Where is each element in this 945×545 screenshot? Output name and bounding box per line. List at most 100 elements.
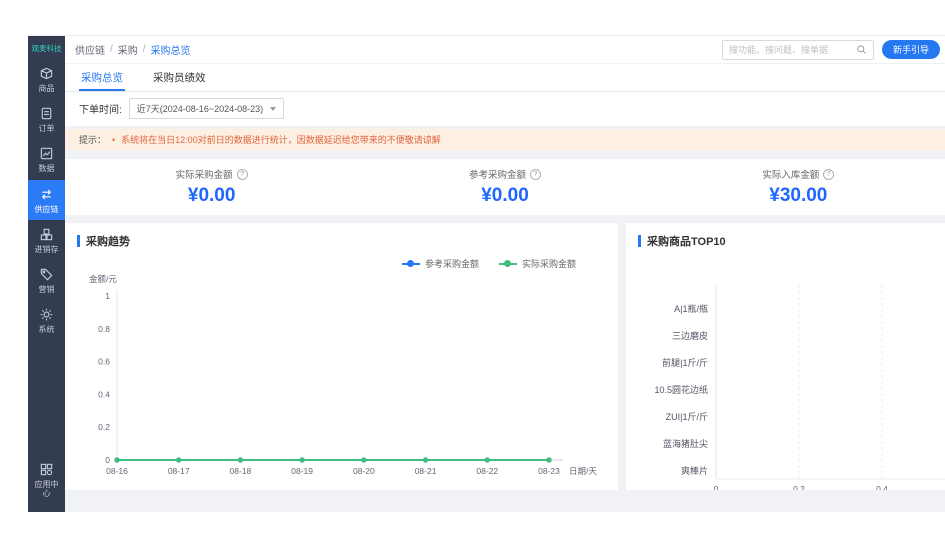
orders-document-icon [39, 106, 54, 121]
svg-text:08-17: 08-17 [168, 466, 190, 476]
svg-text:金额/元: 金额/元 [89, 274, 117, 284]
help-icon[interactable]: ? [823, 168, 835, 180]
legend-item-actual[interactable]: 实际采购金额 [498, 257, 576, 270]
sidebar-item-label: 营销 [38, 284, 55, 294]
sidebar-item-app-center[interactable]: 应用中心 [28, 455, 65, 504]
sidebar-item-products[interactable]: 商品 [28, 59, 65, 99]
svg-text:0.4: 0.4 [98, 389, 110, 399]
svg-text:0.8: 0.8 [98, 324, 110, 334]
sidebar-item-orders[interactable]: 订单 [28, 99, 65, 139]
main-area: 供应链 / 采购 / 采购总览 新手引导 采购总览 采购员绩效 [65, 36, 945, 512]
sidebar-item-data[interactable]: 数据 [28, 139, 65, 179]
sidebar-item-marketing[interactable]: 营销 [28, 260, 65, 300]
stat-label: 参考采购金额 [468, 170, 526, 181]
date-range-value: 近7天(2024-08-16~2024-08-23) [136, 104, 264, 114]
svg-text:08-22: 08-22 [476, 466, 498, 476]
chevron-down-icon [270, 106, 277, 111]
chart-legend: 参考采购金额 实际采购金额 [65, 257, 618, 270]
legend-item-reference[interactable]: 参考采购金额 [401, 257, 479, 270]
svg-text:08-16: 08-16 [106, 466, 128, 476]
sidebar-item-label: 订单 [38, 124, 55, 134]
svg-text:08-20: 08-20 [353, 466, 375, 476]
tab-procurement-overview[interactable]: 采购总览 [79, 64, 125, 91]
panel-title: 采购趋势 [65, 223, 618, 251]
svg-text:爽棒片: 爽棒片 [681, 465, 708, 476]
breadcrumb-separator: / [110, 44, 113, 55]
date-range-select[interactable]: 近7天(2024-08-16~2024-08-23) [128, 98, 285, 119]
app-window: 观麦科技 商品 订单 数据 供应链 进销存 营销 系统 应用中心 供应链 / 采… [28, 35, 945, 512]
svg-text:前腿|1斤/斤: 前腿|1斤/斤 [662, 357, 708, 368]
brand-logo: 观麦科技 [31, 44, 62, 53]
legend-line-dot-icon [498, 260, 517, 267]
marketing-tag-icon [39, 267, 54, 282]
svg-text:日期/天: 日期/天 [569, 466, 597, 476]
svg-text:10.5圆花边纸: 10.5圆花边纸 [654, 384, 708, 395]
panel-title: 采购商品TOP10 [626, 223, 945, 251]
tab-buyer-performance[interactable]: 采购员绩效 [151, 64, 208, 91]
sidebar-item-system[interactable]: 系统 [28, 300, 65, 340]
breadcrumb-current: 采购总览 [150, 46, 191, 57]
inventory-boxes-icon [39, 227, 54, 242]
stat-actual-purchase: 实际采购金额 ? ¥0.00 [65, 167, 358, 207]
notice-prefix: 提示： [79, 135, 107, 145]
panel-title-text: 采购商品TOP10 [647, 236, 726, 248]
stat-value: ¥0.00 [187, 185, 236, 206]
stat-value: ¥30.00 [769, 185, 828, 206]
notice-bar: 提示： • 系统将在当日12:00对前日的数据进行统计，因数据延迟给您带来的不便… [65, 129, 945, 150]
help-icon[interactable]: ? [236, 168, 248, 180]
stat-reference-purchase: 参考采购金额 ? ¥0.00 [358, 167, 651, 207]
sidebar-item-label: 数据 [38, 164, 55, 174]
title-accent-bar [638, 235, 641, 247]
legend-label: 参考采购金额 [424, 259, 479, 269]
stats-card: 实际采购金额 ? ¥0.00 参考采购金额 ? ¥0.00 实际入库金额 ? ¥… [65, 159, 945, 215]
svg-text:0.2: 0.2 [98, 422, 110, 432]
stat-value: ¥0.00 [481, 185, 529, 206]
notice-text: 系统将在当日12:00对前日的数据进行统计，因数据延迟给您带来的不便敬请谅解 [121, 135, 441, 145]
stat-actual-inbound: 实际入库金额 ? ¥30.00 [652, 167, 945, 207]
svg-text:08-23: 08-23 [538, 466, 560, 476]
notice-bullet: • [112, 134, 116, 145]
sidebar-item-label: 供应链 [34, 204, 59, 214]
sidebar-item-label: 商品 [38, 84, 55, 93]
legend-line-dot-icon [401, 260, 420, 267]
filter-row: 下单时间: 近7天(2024-08-16~2024-08-23) [65, 92, 945, 126]
search-icon[interactable] [856, 44, 867, 55]
svg-text:08-18: 08-18 [230, 466, 252, 476]
svg-text:1: 1 [105, 291, 110, 301]
purchase-trend-panel: 采购趋势 参考采购金额 实际采购金额 金额/元 0 0.2 0.4 0.6 0.8 1 08-… [65, 223, 618, 490]
tab-bar: 采购总览 采购员绩效 [65, 64, 945, 92]
search-input[interactable] [728, 44, 852, 55]
app-center-grid-icon [39, 462, 54, 477]
sidebar-item-inventory[interactable]: 进销存 [28, 220, 65, 260]
screen: 观麦科技 商品 订单 数据 供应链 进销存 营销 系统 应用中心 供应链 / 采… [0, 0, 945, 545]
svg-text:A|1瓶/瓶: A|1瓶/瓶 [674, 303, 708, 314]
supply-chain-swap-icon [39, 187, 54, 202]
charts-row: 采购趋势 参考采购金额 实际采购金额 金额/元 0 0.2 0.4 0.6 0.8 1 08-… [65, 223, 945, 512]
panel-title-text: 采购趋势 [86, 236, 130, 248]
svg-text:三边磨皮: 三边磨皮 [672, 330, 708, 341]
system-gear-icon [39, 307, 54, 322]
help-icon[interactable]: ? [530, 168, 541, 180]
stat-label: 实际采购金额 [175, 170, 233, 181]
sidebar-item-supply-chain[interactable]: 供应链 [28, 179, 65, 220]
svg-text:蓝海猪肚尖: 蓝海猪肚尖 [663, 438, 708, 449]
top10-chart: 0 0.2 0.4 A|1瓶/瓶 三边磨皮 前腿|1斤/斤 10.5圆花边纸 ZUI|1斤/斤… [626, 261, 945, 490]
svg-text:0.4: 0.4 [876, 484, 888, 490]
data-chart-icon [39, 146, 54, 161]
purchase-trend-chart: 金额/元 0 0.2 0.4 0.6 0.8 1 08-16 08-17 08-18 08-19 08… [65, 270, 618, 490]
svg-text:0: 0 [714, 484, 719, 490]
legend-label: 实际采购金额 [521, 259, 576, 269]
newbie-guide-button[interactable]: 新手引导 [881, 40, 940, 59]
svg-text:08-19: 08-19 [291, 466, 313, 476]
breadcrumb-item-supply-chain[interactable]: 供应链 [75, 42, 105, 57]
svg-text:0.2: 0.2 [793, 484, 805, 490]
top10-panel: 采购商品TOP10 0 0.2 0.4 A|1瓶/瓶 三边磨皮前腿|1斤/斤 10.5圆花… [626, 223, 945, 490]
products-box-icon [39, 66, 54, 81]
svg-text:08-21: 08-21 [415, 466, 437, 476]
breadcrumb-separator: / [142, 44, 146, 55]
breadcrumb-item-procurement[interactable]: 采购 [118, 42, 138, 57]
svg-text:0.6: 0.6 [98, 357, 110, 367]
svg-text:0: 0 [105, 455, 110, 465]
order-time-label: 下单时间: [79, 105, 122, 116]
global-search [721, 39, 874, 60]
